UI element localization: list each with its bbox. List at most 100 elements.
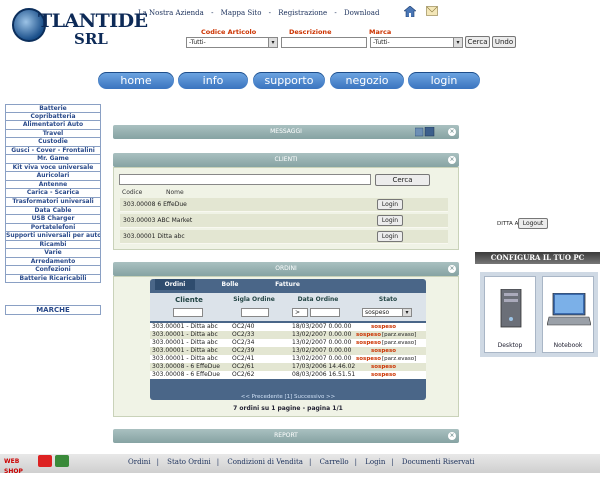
configura-box: Desktop Notebook xyxy=(480,272,598,357)
marca-select[interactable]: -Tutti- ▾ xyxy=(370,37,463,48)
link-azienda[interactable]: La Nostra Azienda xyxy=(138,9,204,17)
footer-link-stato-ordini[interactable]: Stato Ordini xyxy=(167,458,211,466)
login-button[interactable]: Login xyxy=(377,199,403,210)
cerca-button[interactable]: Cerca xyxy=(465,36,490,48)
table-row[interactable]: 303.00001 - Ditta abc OC2/41 13/02/2007 … xyxy=(150,355,426,364)
close-icon[interactable]: × xyxy=(448,156,456,164)
undo-button[interactable]: Undo xyxy=(492,36,516,48)
sidebar-item[interactable]: Auricolari xyxy=(5,172,101,181)
sidebar-item[interactable]: Batterie Ricaricabili xyxy=(5,274,101,284)
sidebar-item[interactable]: Portatelefoni xyxy=(5,223,101,233)
sidebar-item[interactable]: Kit viva voce universale xyxy=(5,163,101,173)
tab-ordini[interactable]: Ordini xyxy=(155,279,195,290)
sidebar-item[interactable]: Mr. Game xyxy=(5,155,101,164)
ordini-summary: 7 ordini su 1 pagine - pagina 1/1 xyxy=(233,405,343,412)
atlantide-logo[interactable]: TLANTIDE SRL xyxy=(8,6,148,48)
close-icon[interactable]: × xyxy=(448,432,456,440)
badge-icon xyxy=(38,455,52,467)
table-row[interactable]: 303.00008 - 6 EffeDue OC2/62 08/03/2006 … xyxy=(150,371,426,380)
message-icons[interactable] xyxy=(415,127,435,137)
nav-supporto[interactable]: supporto xyxy=(253,72,325,89)
table-row[interactable]: 303.00008 - 6 EffeDue OC2/61 17/03/2006 … xyxy=(150,363,426,372)
sidebar-item[interactable]: USB Charger xyxy=(5,215,101,224)
sidebar-item[interactable]: Trasformatori universali xyxy=(5,198,101,207)
footer-link-documenti[interactable]: Documenti Riservati xyxy=(402,458,475,466)
descrizione-label: Descrizione xyxy=(289,28,332,36)
desktop-option[interactable]: Desktop xyxy=(484,276,536,353)
link-registrazione[interactable]: Registrazione xyxy=(278,9,327,17)
table-row[interactable]: 303.00001 - Ditta abc OC2/33 13/02/2007 … xyxy=(150,331,426,340)
sidebar-item[interactable]: Copribatteria xyxy=(5,112,101,122)
ordini-pager[interactable]: << Precedente [1] Successivo >> xyxy=(150,393,426,401)
login-button[interactable]: Login xyxy=(377,215,403,226)
logout-button[interactable]: Logout xyxy=(518,218,548,229)
sidebar-item[interactable]: Arredamento xyxy=(5,257,101,267)
sidebar-item[interactable]: Data Cable xyxy=(5,206,101,216)
mail-icon[interactable] xyxy=(426,6,438,16)
descrizione-input[interactable] xyxy=(281,37,367,48)
footer-link-condizioni[interactable]: Condizioni di Vendita xyxy=(227,458,303,466)
table-row[interactable]: 303.00001 - Ditta abc OC2/39 13/02/2007 … xyxy=(150,347,426,356)
sidebar-item[interactable]: Ricambi xyxy=(5,240,101,250)
ordini-header: ORDINI × xyxy=(113,262,459,276)
login-button[interactable]: Login xyxy=(377,231,403,242)
sigla-filter-input[interactable] xyxy=(241,308,269,317)
clienti-cerca-button[interactable]: Cerca xyxy=(375,174,430,186)
date-filter-input[interactable] xyxy=(310,308,340,317)
footer-link-carrello[interactable]: Carrello xyxy=(320,458,349,466)
clienti-search-input[interactable] xyxy=(119,174,371,185)
webshop-logo: WEB SHOP xyxy=(4,458,23,475)
tab-bolle[interactable]: Bolle xyxy=(210,279,250,290)
col-codice: Codice xyxy=(122,189,143,196)
footer-link-ordini[interactable]: Ordini xyxy=(128,458,151,466)
nav-login[interactable]: login xyxy=(408,72,480,89)
home-icon[interactable] xyxy=(404,6,416,17)
sidebar-item[interactable]: Custodie xyxy=(5,138,101,147)
link-mappa[interactable]: Mappa Sito xyxy=(221,9,262,17)
desktop-icon xyxy=(500,289,522,328)
sidebar-item[interactable]: Supporti universali per auto xyxy=(5,232,101,241)
sidebar-item[interactable]: Travel xyxy=(5,129,101,139)
nav-info[interactable]: info xyxy=(178,72,248,89)
badge-icon xyxy=(55,455,69,467)
sidebar-item[interactable]: Antenne xyxy=(5,180,101,190)
sidebar-item[interactable]: Varie xyxy=(5,249,101,258)
tab-fatture[interactable]: Fatture xyxy=(265,279,310,290)
link-download[interactable]: Download xyxy=(344,9,379,17)
notebook-icon xyxy=(547,293,591,326)
clienti-header: CLIENTI × xyxy=(113,153,459,167)
ordini-filters: Cliente Sigla Ordine Data Ordine Stato >… xyxy=(150,293,426,321)
codice-select[interactable]: -Tutti- ▾ xyxy=(186,37,278,48)
table-row: 303.00001 Ditta abc Login xyxy=(120,230,448,244)
sidebar-item[interactable]: Carica - Scarica xyxy=(5,189,101,199)
chevron-down-icon: ▾ xyxy=(402,309,411,316)
sidebar-item[interactable]: Confezioni xyxy=(5,266,101,275)
search-labels: Codice Articolo Descrizione Marca xyxy=(0,28,600,36)
marca-label: Marca xyxy=(369,28,392,36)
close-icon[interactable]: × xyxy=(448,128,456,136)
nav-home[interactable]: home xyxy=(98,72,174,89)
sidebar-item-marche[interactable]: MARCHE xyxy=(5,305,101,315)
notebook-option[interactable]: Notebook xyxy=(542,276,594,353)
table-row[interactable]: 303.00001 - Ditta abc OC2/40 18/03/2007 … xyxy=(150,323,426,332)
date-operator-select[interactable]: > xyxy=(292,308,308,317)
close-icon[interactable]: × xyxy=(448,265,456,273)
sidebar-item[interactable]: Batterie xyxy=(5,104,101,113)
codice-label: Codice Articolo xyxy=(201,28,257,36)
table-row: 303.00003 ABC Market Login xyxy=(120,214,448,228)
stato-filter-select[interactable]: sospeso ▾ xyxy=(362,308,412,317)
report-header: REPORT × xyxy=(113,429,459,443)
configura-header: CONFIGURA IL TUO PC xyxy=(475,252,600,264)
messaggi-header: MESSAGGI × xyxy=(113,125,459,139)
footer-links: Ordini | Stato Ordini | Condizioni di Vend… xyxy=(128,458,475,466)
sidebar-item[interactable]: Gusci - Cover - Frontalini xyxy=(5,146,101,156)
table-row[interactable]: 303.00001 - Ditta abc OC2/34 13/02/2007 … xyxy=(150,339,426,348)
sidebar-item[interactable]: Alimentatori Auto xyxy=(5,121,101,130)
col-nome: Nome xyxy=(166,189,184,196)
chevron-down-icon: ▾ xyxy=(268,38,277,47)
category-sidebar: Batterie Copribatteria Alimentatori Auto… xyxy=(5,104,101,284)
chevron-down-icon: ▾ xyxy=(453,38,462,47)
footer-link-login[interactable]: Login xyxy=(365,458,385,466)
cliente-filter-input[interactable] xyxy=(173,308,203,317)
nav-negozio[interactable]: negozio xyxy=(330,72,404,89)
